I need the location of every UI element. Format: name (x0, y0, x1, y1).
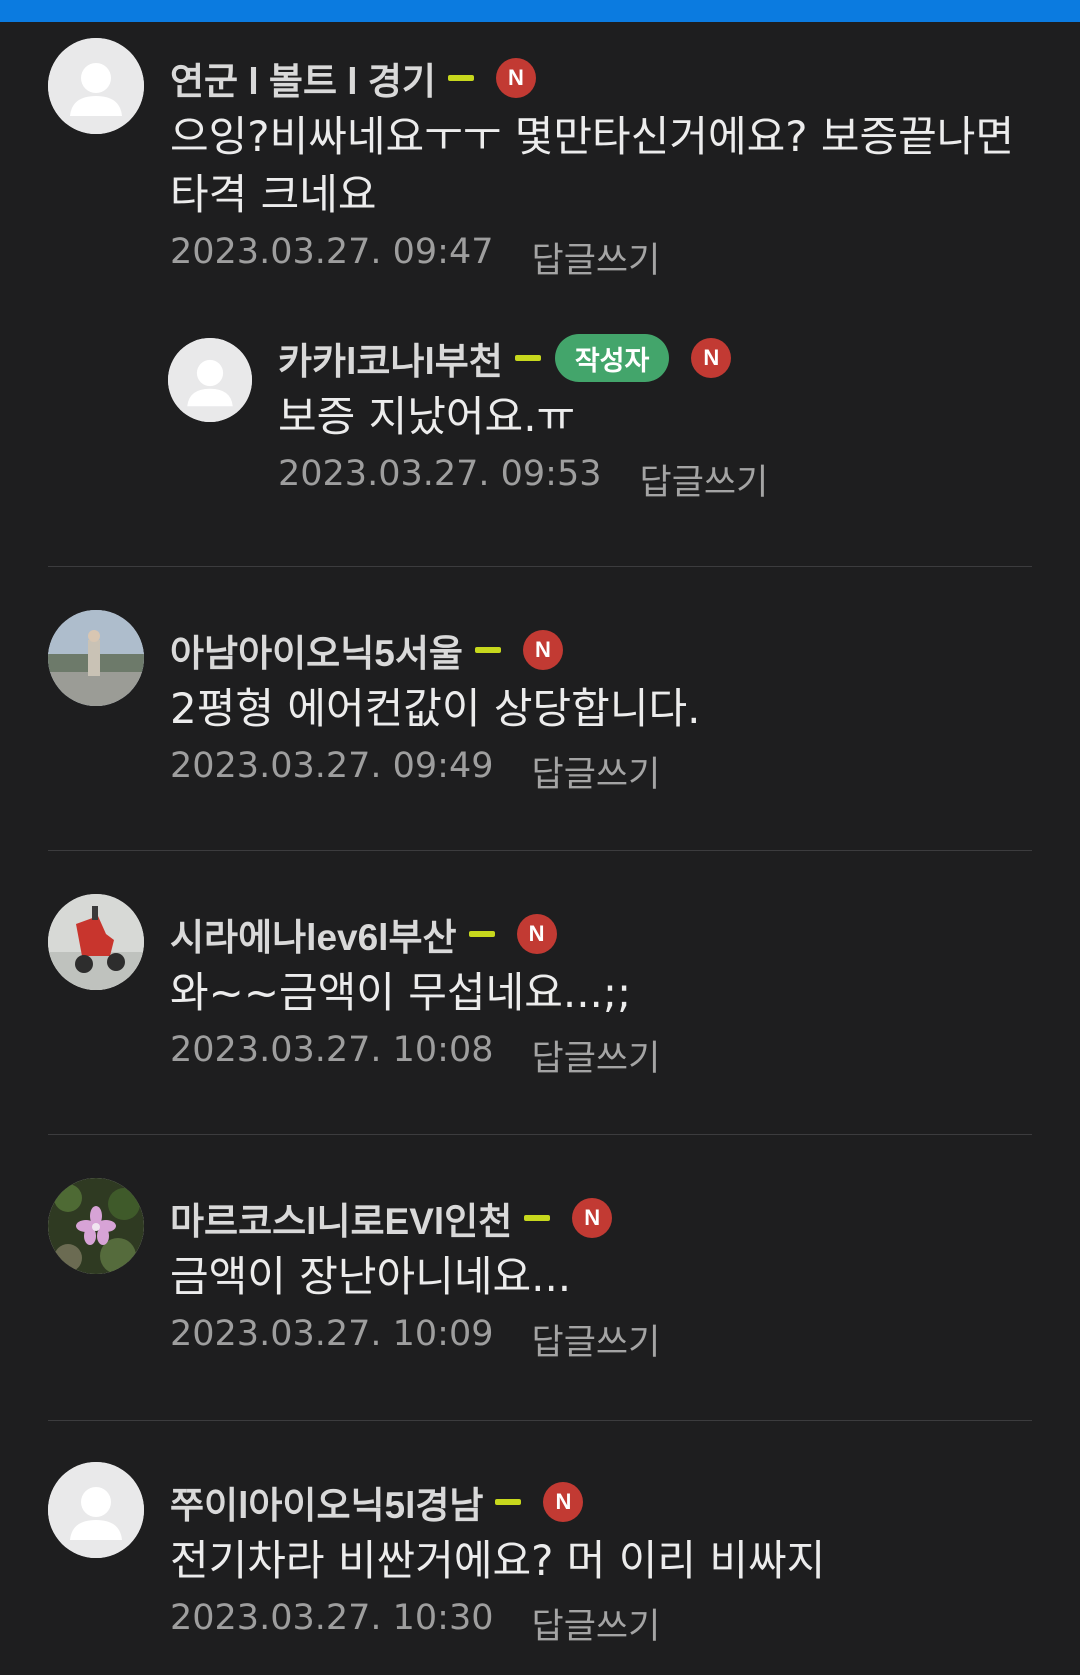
member-grade-icon (514, 355, 541, 361)
reply-button[interactable]: 답글쓰기 (532, 1030, 661, 1081)
reply-text: 보증 지났어요.ㅠ (278, 392, 576, 441)
comment-date: 2023.03.27. 10:09 (170, 1314, 494, 1354)
user-avatar[interactable] (48, 38, 144, 134)
comment-nickname[interactable]: 마르코스l니로EVl인천 (170, 1191, 512, 1245)
new-badge: N (691, 338, 732, 378)
user-avatar[interactable] (48, 894, 144, 990)
flower-photo-icon (48, 1178, 144, 1274)
member-grade-icon (447, 75, 474, 81)
new-badge: N (522, 630, 563, 670)
comment-nickname[interactable]: 아남아이오닉5서울 (170, 623, 463, 677)
reply-button[interactable]: 답글쓰기 (532, 746, 661, 797)
comment-item: 쭈이l아이오닉5l경남 N 전기차라 비싼거에요? 머 이리 비싸지 2023.… (0, 1462, 1080, 1675)
default-avatar-icon (48, 1462, 144, 1558)
comment-text: 와~~금액이 무섭네요...;; (170, 968, 632, 1017)
author-tag: 작성자 (554, 334, 670, 382)
reply-button[interactable]: 답글쓰기 (532, 232, 661, 283)
default-avatar-icon (48, 38, 144, 134)
reply-date: 2023.03.27. 09:53 (278, 454, 602, 494)
reply-button[interactable]: 답글쓰기 (532, 1314, 661, 1365)
comment-date: 2023.03.27. 09:49 (170, 746, 494, 786)
user-avatar[interactable] (168, 338, 252, 422)
divider (48, 850, 1032, 851)
divider (48, 1420, 1032, 1421)
comment-item: 마르코스l니로EVl인천 N 금액이 장난아니네요... 2023.03.27.… (0, 1178, 1080, 1408)
comment-date: 2023.03.27. 10:30 (170, 1598, 494, 1638)
comment-text: 금액이 장난아니네요... (170, 1252, 572, 1301)
scooter-photo-icon (48, 894, 144, 990)
comment-date: 2023.03.27. 09:47 (170, 232, 494, 272)
comment-text: 전기차라 비싼거에요? 머 이리 비싸지 (170, 1536, 826, 1585)
comment-text: 으잉?비싸네요ㅜㅜ 몇만타신거에요? 보증끝나면 타격 크네요 (170, 112, 1015, 219)
comment-nickname[interactable]: 쭈이l아이오닉5l경남 (170, 1475, 483, 1529)
new-badge: N (516, 914, 557, 954)
divider (48, 566, 1032, 567)
reply-button[interactable]: 답글쓰기 (532, 1598, 661, 1649)
member-grade-icon (495, 1499, 522, 1505)
reply-nickname[interactable]: 카카l코나l부천 (278, 331, 503, 385)
divider (48, 1134, 1032, 1135)
user-avatar[interactable] (48, 1462, 144, 1558)
landscape-photo-icon (48, 610, 144, 706)
comment-nickname[interactable]: 연군 l 볼트 l 경기 (170, 51, 436, 105)
comment-nickname[interactable]: 시라에나lev6l부산 (170, 907, 457, 961)
reply-item: 카카l코나l부천 작성자 N 보증 지났어요.ㅠ 2023.03.27. 09:… (0, 334, 1080, 534)
member-grade-icon (468, 931, 495, 937)
member-grade-icon (524, 1215, 551, 1221)
comment-item: 연군 l 볼트 l 경기 N 으잉?비싸네요ㅜㅜ 몇만타신거에요? 보증끝나면 … (0, 22, 1080, 562)
user-avatar[interactable] (48, 1178, 144, 1274)
reply-button[interactable]: 답글쓰기 (640, 454, 769, 505)
comment-date: 2023.03.27. 10:08 (170, 1030, 494, 1070)
status-bar (0, 0, 1080, 22)
user-avatar[interactable] (48, 610, 144, 706)
new-badge: N (495, 58, 536, 98)
member-grade-icon (474, 647, 501, 653)
comment-text: 2평형 에어컨값이 상당합니다. (170, 684, 701, 733)
comment-item: 아남아이오닉5서울 N 2평형 에어컨값이 상당합니다. 2023.03.27.… (0, 610, 1080, 840)
comment-item: 시라에나lev6l부산 N 와~~금액이 무섭네요...;; 2023.03.2… (0, 894, 1080, 1124)
new-badge: N (543, 1482, 584, 1522)
default-avatar-icon (168, 338, 252, 422)
new-badge: N (572, 1198, 613, 1238)
